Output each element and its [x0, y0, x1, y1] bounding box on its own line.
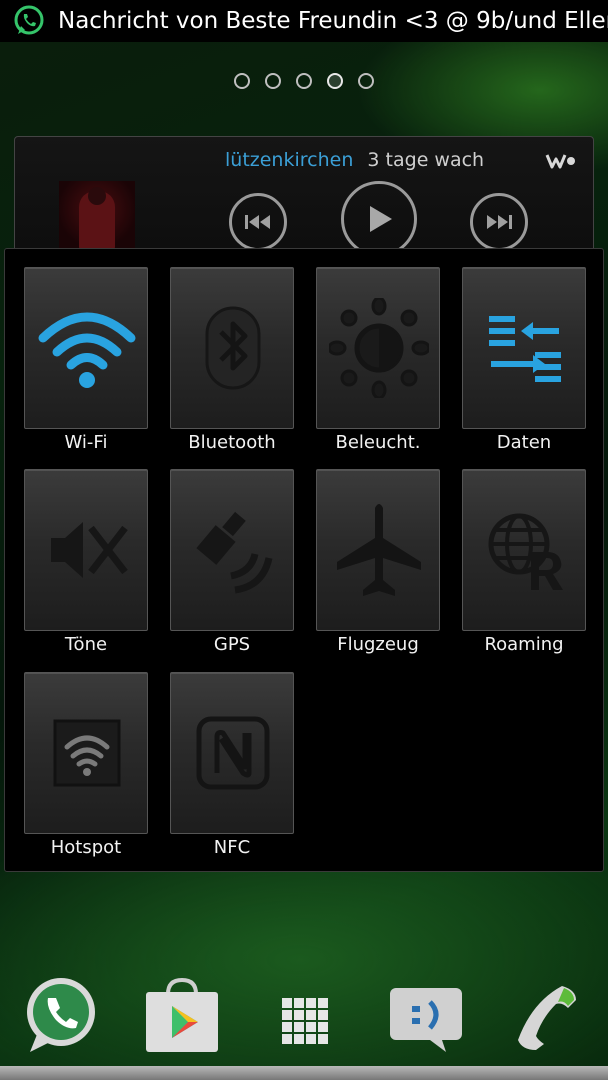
sound-off-icon: [51, 522, 128, 578]
bluetooth-icon: [205, 306, 261, 390]
tile-wifi[interactable]: [24, 267, 148, 429]
play-button[interactable]: [341, 181, 417, 257]
data-icon: [489, 316, 561, 382]
tile-airplane[interactable]: [316, 469, 440, 631]
app-drawer-icon[interactable]: [282, 998, 328, 1048]
page-dot: [358, 73, 374, 89]
tile-data-label: Daten: [496, 432, 552, 453]
tile-brightness[interactable]: [316, 267, 440, 429]
tile-sound-label: Töne: [64, 634, 108, 655]
page-dot-active: [327, 73, 343, 89]
dock-shelf: [0, 1066, 608, 1080]
tile-hotspot[interactable]: [24, 672, 148, 834]
tile-gps-label: GPS: [213, 634, 251, 655]
airplane-icon: [337, 504, 421, 596]
next-button[interactable]: [470, 193, 528, 251]
play-store-icon[interactable]: [144, 977, 220, 1058]
hotspot-icon: [53, 719, 121, 787]
tile-sound[interactable]: [24, 469, 148, 631]
tile-data[interactable]: [462, 267, 586, 429]
quick-settings-panel: Wi-Fi Bluetooth Beleucht. Daten Töne GPS…: [4, 248, 604, 872]
notification-bar[interactable]: Nachricht von Beste Freundin <3 @ 9b/und…: [0, 0, 608, 42]
messaging-icon[interactable]: [388, 986, 464, 1056]
track-title: 3 tage wach: [367, 149, 485, 171]
tile-nfc[interactable]: [170, 672, 294, 834]
tile-gps[interactable]: [170, 469, 294, 631]
previous-icon: [245, 215, 270, 229]
gps-icon: [196, 511, 273, 594]
page-indicator: [0, 73, 608, 91]
track-artist: lützenkirchen: [225, 149, 354, 171]
previous-button[interactable]: [229, 193, 287, 251]
phone-icon[interactable]: [512, 982, 580, 1056]
whatsapp-icon[interactable]: [24, 976, 98, 1060]
tile-brightness-label: Beleucht.: [335, 432, 421, 453]
tile-nfc-label: NFC: [213, 837, 251, 858]
page-dot: [296, 73, 312, 89]
tile-bluetooth[interactable]: [170, 267, 294, 429]
tile-hotspot-label: Hotspot: [50, 837, 122, 858]
page-dot: [234, 73, 250, 89]
play-icon: [370, 206, 392, 232]
roaming-icon: [488, 513, 563, 590]
tile-roaming-label: Roaming: [484, 634, 564, 655]
notification-text: Nachricht von Beste Freundin <3 @ 9b/und…: [58, 8, 608, 34]
brightness-icon: [329, 298, 429, 398]
tile-wifi-label: Wi-Fi: [64, 432, 108, 453]
next-icon: [487, 215, 512, 229]
album-art[interactable]: [59, 181, 135, 251]
tile-airplane-label: Flugzeug: [337, 634, 419, 655]
track-info: lützenkirchen 3 tage wach: [225, 149, 484, 171]
walkman-icon[interactable]: [545, 151, 579, 171]
tile-roaming[interactable]: [462, 469, 586, 631]
nfc-icon: [196, 716, 270, 790]
music-widget[interactable]: lützenkirchen 3 tage wach: [14, 136, 594, 266]
whatsapp-icon: [12, 4, 46, 38]
page-dot: [265, 73, 281, 89]
wifi-icon: [38, 312, 136, 388]
tile-bluetooth-label: Bluetooth: [188, 432, 276, 453]
dock: [0, 970, 608, 1080]
